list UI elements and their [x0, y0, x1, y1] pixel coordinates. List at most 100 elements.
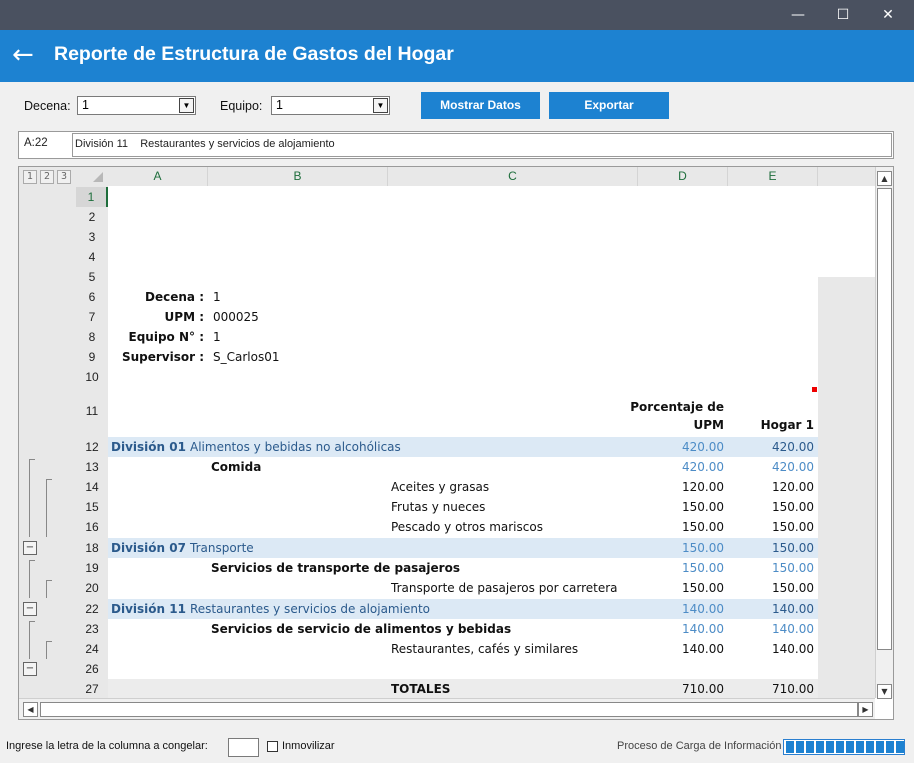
row-number[interactable]: 3: [76, 227, 108, 247]
cell-e: 420.00: [772, 440, 814, 454]
app-header: ← Reporte de Estructura de Gastos del Ho…: [0, 30, 914, 82]
progress-segment: [826, 741, 834, 753]
table-row[interactable]: Transporte de pasajeros por carretera 15…: [108, 578, 818, 598]
table-row[interactable]: Aceites y grasas 120.00 120.00: [108, 477, 818, 497]
row-number[interactable]: 9: [76, 347, 108, 367]
row-number[interactable]: 20: [76, 578, 108, 598]
table-row[interactable]: División 07 Transporte 150.00 150.00: [108, 538, 818, 558]
equipo-label: Equipo:: [220, 99, 263, 113]
row-number[interactable]: 2: [76, 207, 108, 227]
row-number[interactable]: 26: [76, 659, 108, 679]
cell-d: 150.00: [682, 561, 724, 575]
scroll-left-icon[interactable]: ◀: [23, 702, 38, 717]
window-titlebar: — ☐ ✕: [0, 0, 914, 30]
cell-b: Comida: [211, 460, 262, 474]
chevron-down-icon[interactable]: ▼: [373, 98, 388, 113]
column-header-b[interactable]: B: [208, 167, 388, 186]
maximize-button[interactable]: ☐: [820, 0, 866, 30]
column-header-d[interactable]: D: [638, 167, 728, 186]
row-number[interactable]: 18: [76, 538, 108, 558]
cell-a: División 01: [111, 440, 186, 454]
row-number[interactable]: 7: [76, 307, 108, 327]
table-row[interactable]: División 11 Restaurantes y servicios de …: [108, 599, 818, 619]
minimize-button[interactable]: —: [775, 0, 821, 30]
row-number[interactable]: 13: [76, 457, 108, 477]
left-arrow-icon[interactable]: ←: [12, 41, 34, 69]
cell-e: 150.00: [772, 561, 814, 575]
horizontal-scrollbar[interactable]: ◀ ▶: [19, 698, 875, 719]
row-number[interactable]: 1: [76, 187, 108, 207]
cell-e: 710.00: [772, 682, 814, 696]
progress-segment: [786, 741, 794, 753]
scroll-thumb[interactable]: [40, 702, 858, 717]
row-number[interactable]: 11: [76, 387, 108, 436]
table-row[interactable]: Servicios de servicio de alimentos y beb…: [108, 619, 818, 639]
chevron-down-icon[interactable]: ▼: [179, 98, 194, 113]
row-number[interactable]: 23: [76, 619, 108, 639]
row-number[interactable]: 4: [76, 247, 108, 267]
vertical-scrollbar[interactable]: ▲ ▼: [875, 167, 893, 699]
cell-e: 150.00: [772, 520, 814, 534]
outline-level-2[interactable]: 2: [40, 170, 54, 184]
cell-c: Transporte de pasajeros por carretera: [391, 581, 618, 595]
table-row[interactable]: División 01 Alimentos y bebidas no alcoh…: [108, 437, 818, 457]
row-number[interactable]: 10: [76, 367, 108, 387]
row-number[interactable]: 19: [76, 558, 108, 578]
row-number[interactable]: 5: [76, 267, 108, 287]
outline-level-3[interactable]: 3: [57, 170, 71, 184]
table-row[interactable]: Restaurantes, cafés y similares 140.00 1…: [108, 639, 818, 659]
maximize-icon: ☐: [836, 7, 850, 23]
row-number[interactable]: 16: [76, 517, 108, 537]
cell-e: 140.00: [772, 622, 814, 636]
decena-info-value: 1: [213, 290, 221, 304]
decena-select[interactable]: 1 ▼: [77, 96, 196, 115]
outline-bracket: [46, 641, 52, 642]
table-row[interactable]: Servicios de transporte de pasajeros 150…: [108, 558, 818, 578]
row-number[interactable]: 22: [76, 599, 108, 619]
formula-input[interactable]: División 11 Restaurantes y servicios de …: [72, 133, 892, 157]
outline-level-1[interactable]: 1: [23, 170, 37, 184]
column-header-c[interactable]: C: [388, 167, 638, 186]
progress-segment: [866, 741, 874, 753]
row-number[interactable]: 12: [76, 437, 108, 457]
equipo-select[interactable]: 1 ▼: [271, 96, 390, 115]
page-title: Reporte de Estructura de Gastos del Hoga…: [54, 43, 454, 65]
totals-row[interactable]: TOTALES 710.00 710.00: [108, 679, 818, 699]
column-header-e[interactable]: E: [728, 167, 818, 186]
inmovilizar-checkbox[interactable]: [267, 741, 278, 752]
scroll-up-icon[interactable]: ▲: [877, 171, 892, 186]
close-button[interactable]: ✕: [865, 0, 911, 30]
table-row[interactable]: [108, 659, 818, 679]
collapse-icon[interactable]: −: [23, 541, 37, 555]
cell-d: 150.00: [682, 520, 724, 534]
collapse-icon[interactable]: −: [23, 662, 37, 676]
equipo-value: 1: [276, 98, 283, 112]
scroll-right-icon[interactable]: ▶: [858, 702, 873, 717]
row-number[interactable]: 15: [76, 497, 108, 517]
scroll-thumb[interactable]: [877, 188, 892, 650]
row-number[interactable]: 6: [76, 287, 108, 307]
row-number[interactable]: 27: [76, 679, 108, 699]
collapse-icon[interactable]: −: [23, 602, 37, 616]
column-header-a[interactable]: A: [108, 167, 208, 186]
row-number[interactable]: 8: [76, 327, 108, 347]
progress-bar: [783, 739, 905, 755]
outline-bracket: [46, 479, 52, 480]
cell-c: Pescado y otros mariscos: [391, 520, 543, 534]
freeze-column-input[interactable]: [228, 738, 259, 757]
cell-e: 140.00: [772, 642, 814, 656]
decena-info-label: Decena :: [145, 290, 204, 304]
mostrar-datos-button[interactable]: Mostrar Datos: [421, 92, 540, 119]
cell-a: División 11: [111, 602, 186, 616]
row-number[interactable]: 24: [76, 639, 108, 659]
select-all-corner[interactable]: [93, 172, 103, 182]
table-row[interactable]: Comida 420.00 420.00: [108, 457, 818, 477]
table-row[interactable]: Frutas y nueces 150.00 150.00: [108, 497, 818, 517]
table-row[interactable]: Pescado y otros mariscos 150.00 150.00: [108, 517, 818, 537]
exportar-button[interactable]: Exportar: [549, 92, 669, 119]
row-number[interactable]: 14: [76, 477, 108, 497]
scroll-down-icon[interactable]: ▼: [877, 684, 892, 699]
cell-b: Restaurantes y servicios de alojamiento: [190, 602, 430, 616]
comment-marker: [812, 387, 817, 392]
cell-d: 140.00: [682, 602, 724, 616]
